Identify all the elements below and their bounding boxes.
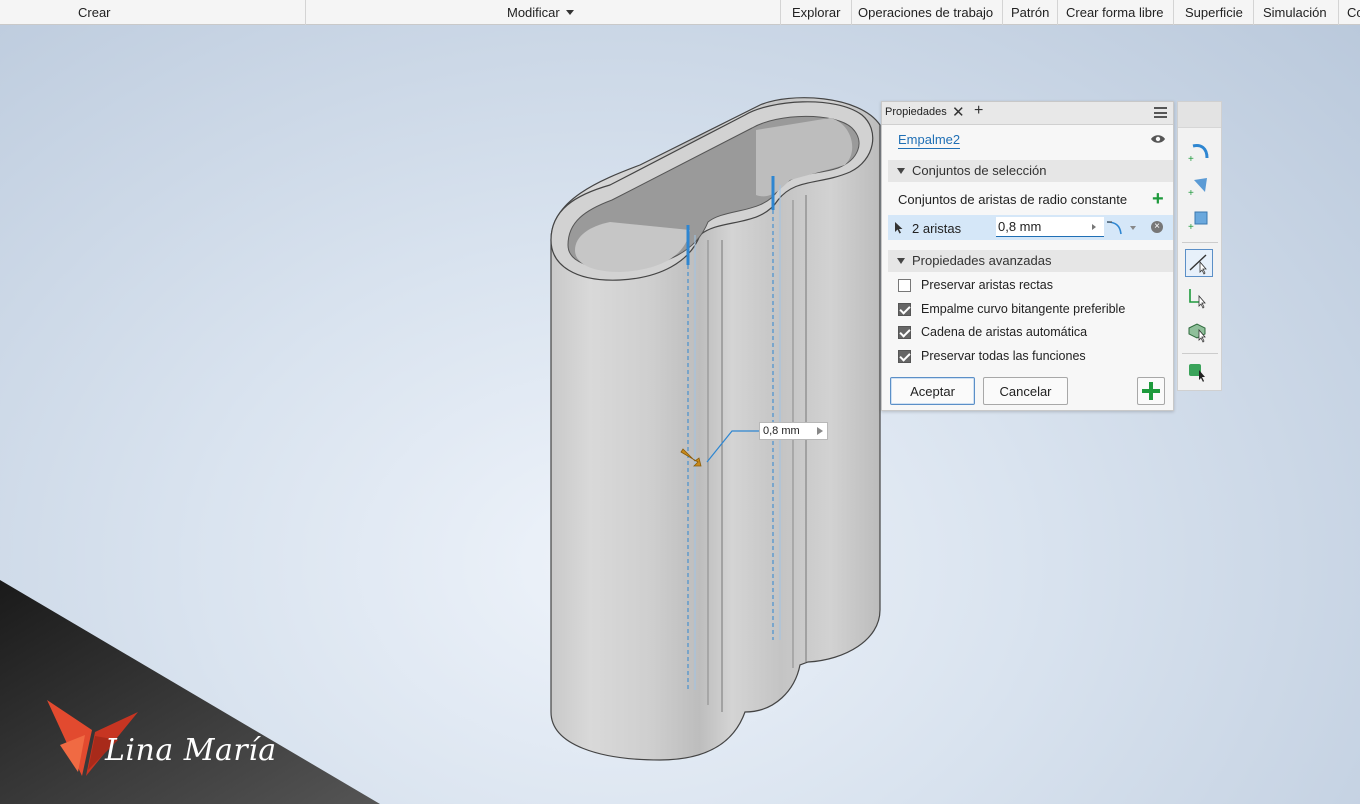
eye-icon[interactable]: [1150, 134, 1166, 144]
close-icon[interactable]: ✕: [952, 103, 965, 121]
hamburger-menu-icon[interactable]: [1154, 107, 1167, 118]
cursor-arrow-icon[interactable]: [894, 221, 904, 234]
setback-fillet-icon: +: [1188, 211, 1208, 233]
dimension-value: 0,8 mm: [763, 425, 800, 437]
add-tab-icon[interactable]: +: [974, 102, 983, 120]
toolstrip-divider: [1182, 242, 1218, 243]
edge-select-mode-tool[interactable]: [1185, 249, 1213, 277]
ok-button[interactable]: Aceptar: [890, 377, 975, 405]
part-body[interactable]: [550, 97, 881, 761]
svg-text:+: +: [1188, 154, 1194, 165]
edge-fillet-icon: +: [1188, 144, 1209, 165]
svg-text:+: +: [1188, 222, 1194, 233]
fillet-curve-icon[interactable]: [1106, 220, 1126, 236]
feature-name-field[interactable]: Empalme2: [898, 132, 961, 149]
apply-add-button[interactable]: [1137, 377, 1165, 405]
collapse-triangle-icon: [897, 168, 905, 174]
option-label: Preservar aristas rectas: [921, 278, 1053, 292]
toolstrip-divider: [1182, 353, 1218, 354]
watermark-text: Lina María: [105, 733, 277, 768]
toolstrip-header: [1178, 102, 1221, 128]
option-label: Empalme curvo bitangente preferible: [921, 302, 1126, 316]
properties-panel: Propiedades ✕ + Empalme2 Conjuntos de se…: [881, 101, 1174, 411]
constant-radius-fillet-tool[interactable]: +: [1185, 138, 1213, 166]
radius-input[interactable]: [996, 217, 1104, 237]
edge-set-row[interactable]: 2 aristas ×: [888, 215, 1173, 240]
variable-radius-fillet-tool[interactable]: +: [1185, 172, 1213, 200]
option-label: Cadena de aristas automática: [921, 325, 1088, 339]
dimension-value-tag[interactable]: 0,8 mm: [759, 422, 828, 440]
feature-select-icon: [1188, 323, 1206, 343]
checkbox[interactable]: [898, 279, 911, 292]
solid-select-icon: [1189, 364, 1205, 382]
svg-text:+: +: [1188, 188, 1194, 199]
add-set-plus-icon[interactable]: +: [1152, 189, 1164, 209]
checkbox[interactable]: [898, 303, 911, 316]
edge-count-label: 2 aristas: [912, 221, 962, 236]
plus-icon: [1142, 382, 1160, 400]
play-arrow-icon[interactable]: [1092, 224, 1096, 230]
play-arrow-icon[interactable]: [817, 427, 823, 435]
setback-fillet-tool[interactable]: +: [1185, 206, 1213, 234]
remove-circle-icon[interactable]: ×: [1151, 221, 1163, 233]
constant-radius-label: Conjuntos de aristas de radio constante: [898, 192, 1128, 207]
section-selection-label: Conjuntos de selección: [912, 163, 1047, 178]
all-edges-select-tool[interactable]: [1185, 358, 1213, 386]
chevron-down-icon[interactable]: [1130, 226, 1136, 230]
section-advanced-label: Propiedades avanzadas: [912, 253, 1052, 268]
checkbox[interactable]: [898, 350, 911, 363]
checkbox[interactable]: [898, 326, 911, 339]
edge-select-icon: [1189, 254, 1207, 275]
properties-tab-bar: Propiedades ✕ +: [882, 102, 1173, 125]
option-label: Preservar todas las funciones: [921, 349, 1086, 363]
fillet-type-toolstrip: + + +: [1177, 101, 1222, 391]
loop-select-mode-tool[interactable]: [1185, 284, 1213, 312]
variable-fillet-icon: +: [1188, 178, 1207, 199]
section-selection-sets[interactable]: Conjuntos de selección: [888, 160, 1173, 182]
section-advanced-properties[interactable]: Propiedades avanzadas: [888, 250, 1173, 272]
tab-properties[interactable]: Propiedades: [885, 106, 947, 118]
watermark-backdrop: [0, 580, 380, 804]
feature-select-mode-tool[interactable]: [1185, 318, 1213, 346]
cancel-button[interactable]: Cancelar: [983, 377, 1068, 405]
collapse-triangle-icon: [897, 258, 905, 264]
loop-select-icon: [1189, 289, 1206, 309]
